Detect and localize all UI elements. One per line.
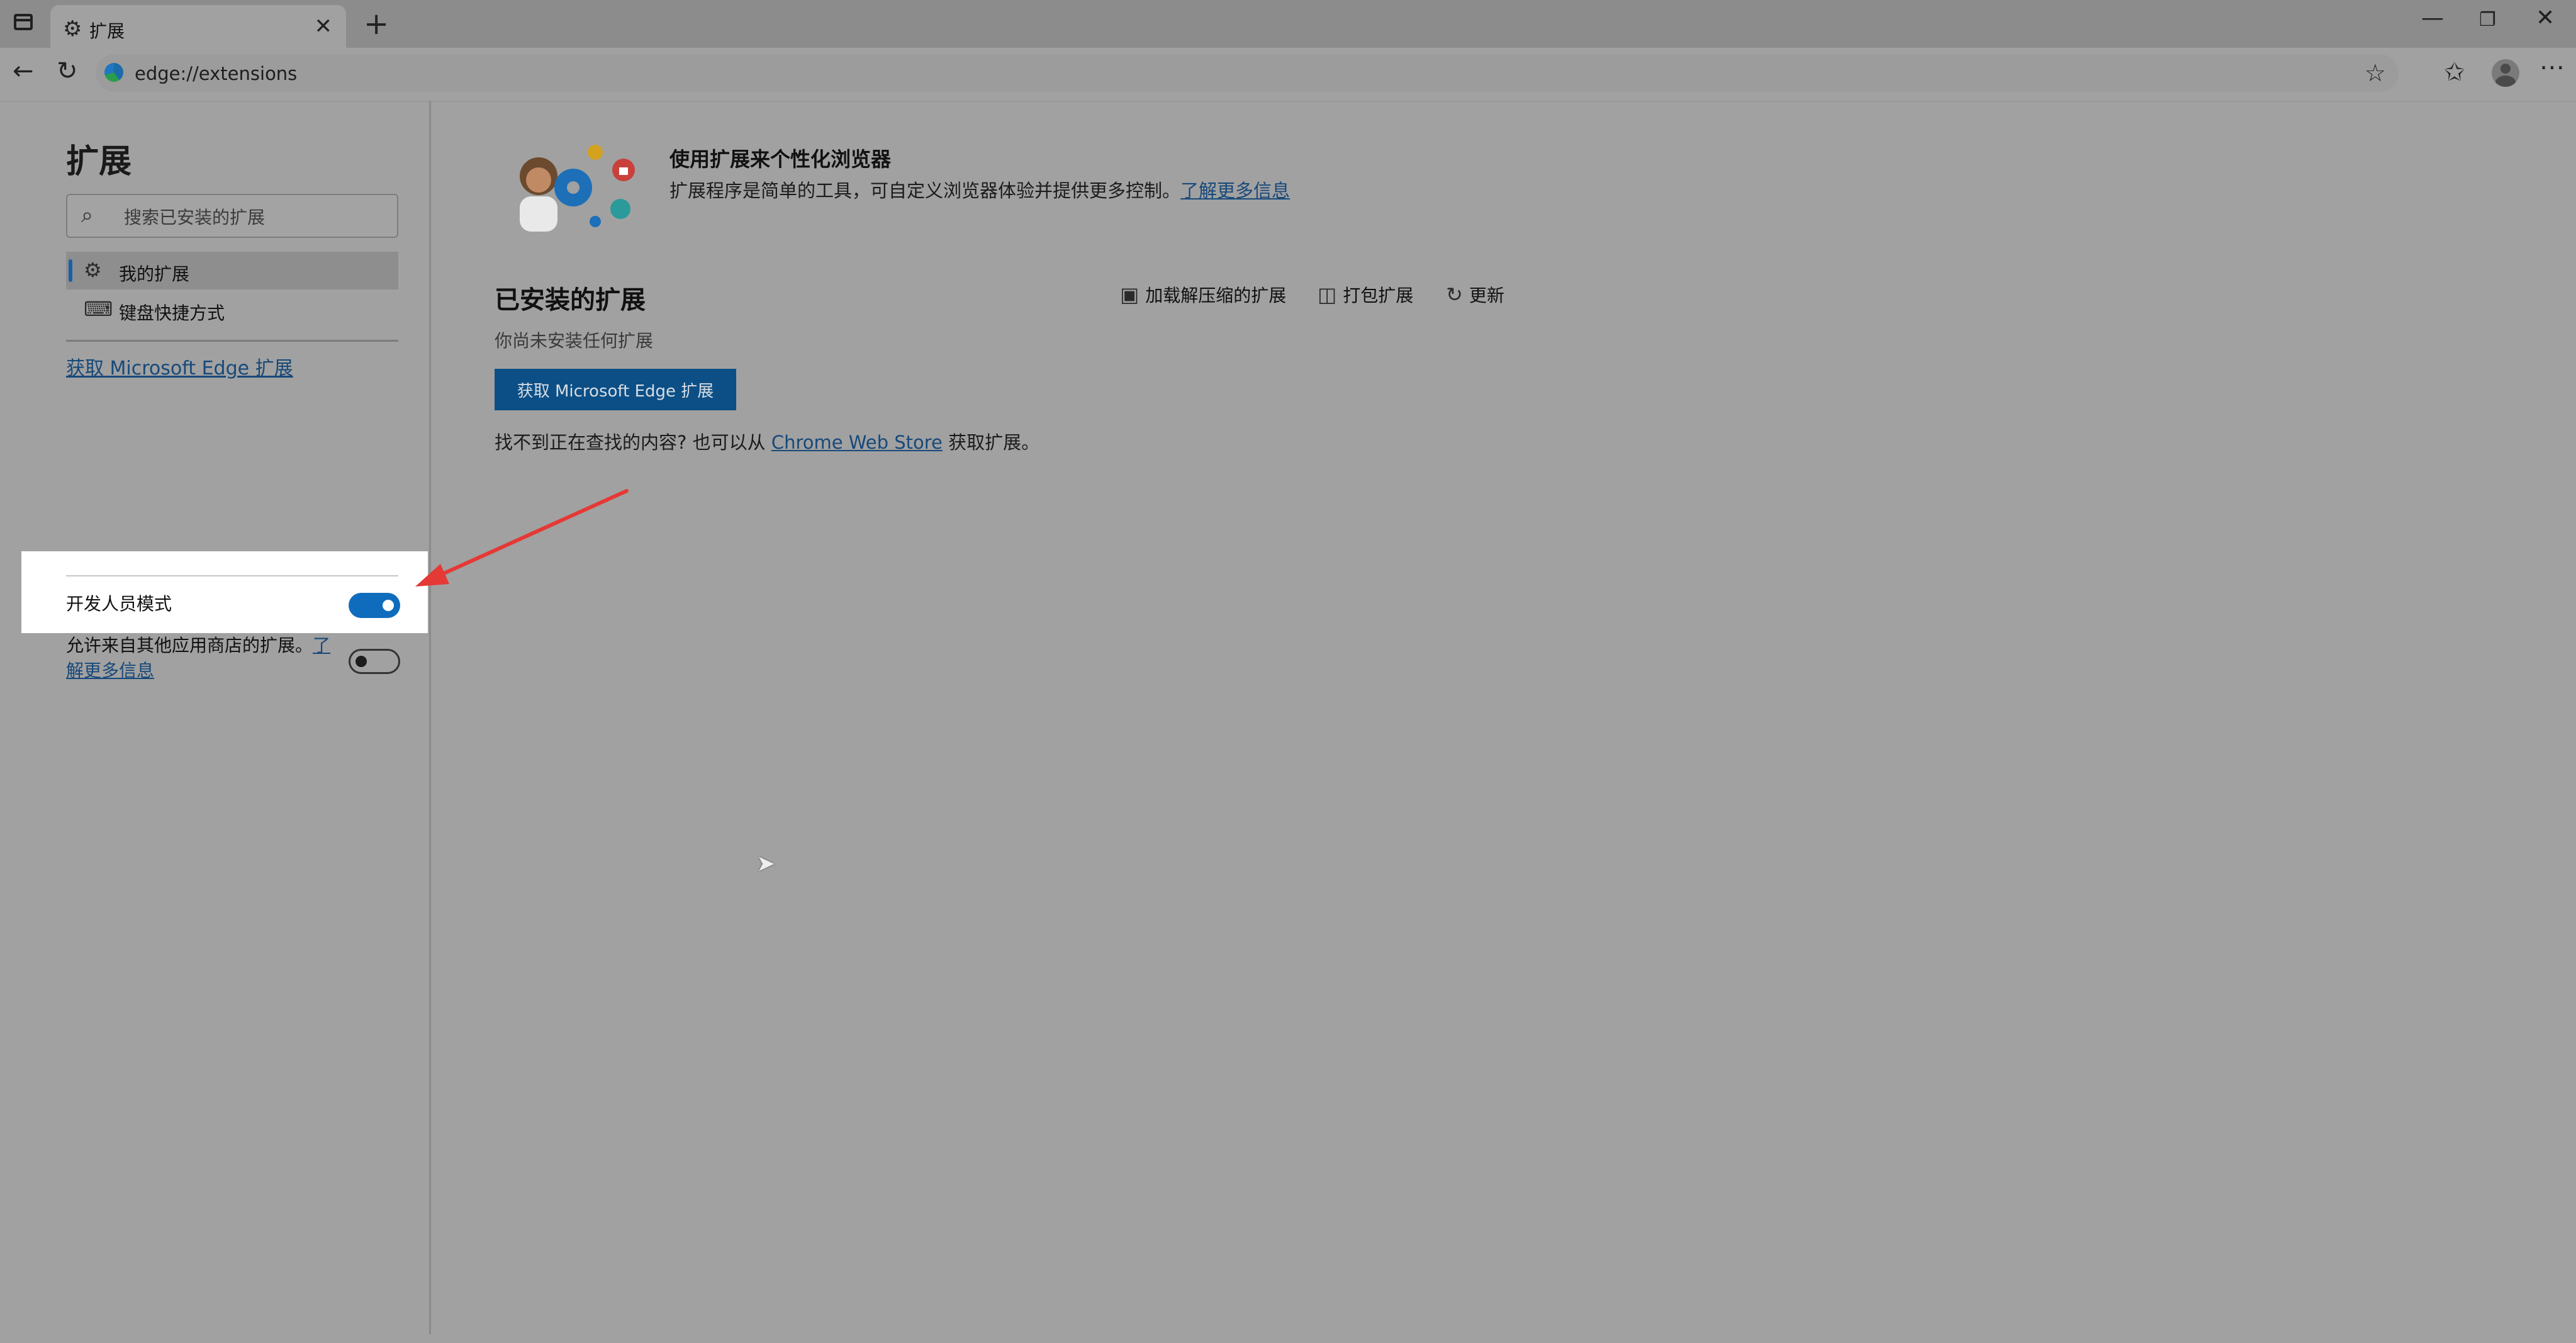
pack-extension-label: 打包扩展: [1343, 285, 1414, 306]
tab-title: 扩展: [89, 21, 125, 42]
edge-logo-icon: [104, 63, 123, 82]
pack-extension-button[interactable]: ◫ 打包扩展: [1318, 282, 1413, 307]
new-tab-icon[interactable]: +: [364, 6, 389, 42]
sidebar-item-keyboard-shortcuts[interactable]: ⌨ 键盘快捷方式: [66, 291, 398, 329]
puzzle-icon: ⚙: [84, 258, 102, 282]
back-icon[interactable]: ←: [13, 57, 34, 86]
toolbar: ← ↻ edge://extensions ☆ ✩ ⋯: [0, 48, 2576, 102]
get-edge-extensions-button[interactable]: 获取 Microsoft Edge 扩展: [495, 369, 736, 410]
hero-description-text: 扩展程序是简单的工具，可自定义浏览器体验并提供更多控制。: [669, 180, 1181, 201]
tab-actions-icon[interactable]: [14, 14, 33, 30]
update-label: 更新: [1469, 285, 1504, 306]
separator: [66, 575, 398, 576]
sidebar-item-label: 键盘快捷方式: [119, 303, 225, 323]
developer-mode-toggle[interactable]: [349, 593, 400, 618]
allow-other-stores-label: 允许来自其他应用商店的扩展。: [66, 635, 313, 656]
hero-title: 使用扩展来个性化浏览器: [669, 147, 892, 171]
load-unpacked-label: 加载解压缩的扩展: [1145, 285, 1287, 306]
sidebar-separator: [66, 340, 398, 342]
address-bar[interactable]: edge://extensions ☆: [96, 54, 2399, 92]
developer-mode-label: 开发人员模式: [66, 593, 172, 614]
close-tab-icon[interactable]: ✕: [315, 14, 333, 39]
sidebar-divider: [429, 101, 431, 1334]
installed-extensions-title: 已安装的扩展: [495, 286, 646, 315]
sidebar-title: 扩展: [66, 143, 132, 181]
puzzle-icon: ⚙: [63, 16, 82, 42]
sidebar-item-label: 我的扩展: [119, 264, 190, 284]
search-box[interactable]: ⌕: [66, 194, 398, 238]
chrome-store-text: 找不到正在查找的内容? 也可以从 Chrome Web Store 获取扩展。: [495, 428, 1039, 454]
get-edge-extensions-link[interactable]: 获取 Microsoft Edge 扩展: [66, 352, 293, 380]
developer-mode-highlight: 开发人员模式: [21, 551, 428, 633]
profile-avatar[interactable]: [2492, 59, 2519, 87]
package-icon: ◫: [1318, 283, 1337, 306]
search-icon: ⌕: [81, 203, 94, 228]
favorite-star-icon[interactable]: ☆: [2365, 59, 2386, 87]
search-input[interactable]: [123, 203, 389, 232]
more-options-icon[interactable]: ⋯: [2540, 53, 2565, 82]
update-button[interactable]: ↻ 更新: [1446, 282, 1504, 307]
refresh-icon[interactable]: ↻: [57, 57, 78, 86]
refresh-icon: ↻: [1446, 283, 1463, 306]
load-unpacked-button[interactable]: ▣ 加载解压缩的扩展: [1120, 282, 1286, 307]
allow-other-stores-text: 允许来自其他应用商店的扩展。了解更多信息: [66, 633, 343, 683]
store-suffix: 获取扩展。: [948, 432, 1040, 453]
mouse-cursor-icon: ➤: [756, 851, 776, 877]
favorites-icon[interactable]: ✩: [2444, 58, 2465, 87]
close-window-icon[interactable]: ✕: [2536, 5, 2555, 31]
chrome-web-store-link[interactable]: Chrome Web Store: [771, 432, 943, 453]
address-url[interactable]: edge://extensions: [135, 63, 297, 84]
no-extensions-text: 你尚未安装任何扩展: [495, 330, 654, 351]
store-prefix: 找不到正在查找的内容? 也可以从: [495, 432, 766, 453]
archive-icon: ▣: [1120, 283, 1140, 306]
title-bar: ⚙ 扩展 ✕ + — ❐ ✕: [0, 0, 2576, 48]
keyboard-icon: ⌨: [84, 297, 113, 321]
tab-extensions[interactable]: ⚙ 扩展 ✕: [50, 5, 346, 48]
sidebar-item-my-extensions[interactable]: ⚙ 我的扩展: [66, 252, 398, 289]
restore-icon[interactable]: ❐: [2479, 9, 2496, 31]
minimize-icon[interactable]: —: [2421, 5, 2444, 31]
extensions-illustration: [520, 145, 635, 232]
hero-learn-more-link[interactable]: 了解更多信息: [1180, 180, 1290, 201]
hero-description: 扩展程序是简单的工具，可自定义浏览器体验并提供更多控制。了解更多信息: [669, 176, 1290, 203]
allow-other-stores-toggle[interactable]: [349, 649, 400, 674]
annotation-arrow: [415, 489, 629, 587]
